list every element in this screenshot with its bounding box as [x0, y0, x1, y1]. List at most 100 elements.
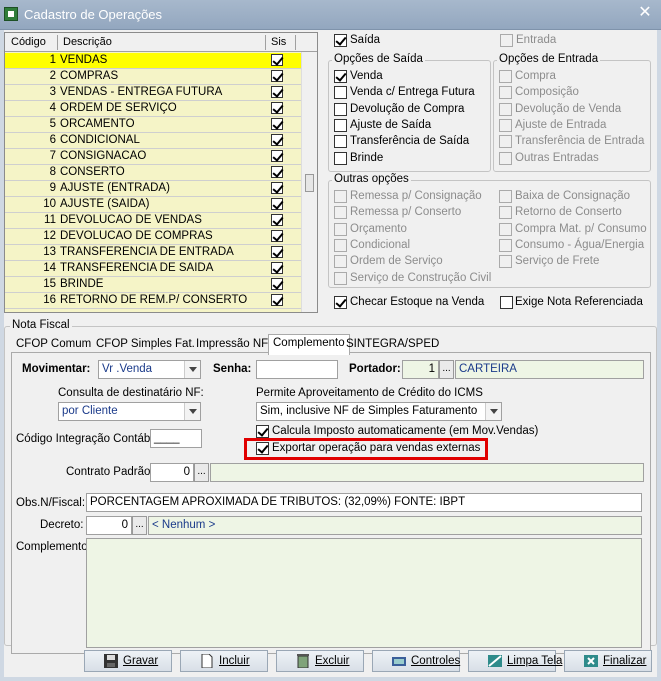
complemento-textarea[interactable] [86, 538, 642, 648]
outras-left-checkbox-0[interactable] [334, 190, 347, 203]
contrato-lookup-button[interactable]: ... [194, 463, 209, 482]
limpa-tela-button[interactable]: Limpa Tela [468, 650, 562, 672]
calcula-imposto-checkbox[interactable] [256, 425, 269, 438]
decreto-lookup-button[interactable]: ... [132, 516, 147, 535]
contrato-input[interactable]: 0 [150, 463, 194, 482]
table-row[interactable]: 1 VENDAS [5, 53, 301, 69]
table-row[interactable]: 2 COMPRAS [5, 69, 301, 85]
table-row[interactable]: 7 CONSIGNACAO [5, 149, 301, 165]
entrada-option-checkbox-2[interactable] [499, 102, 512, 116]
row-sis-checkbox[interactable] [271, 134, 283, 146]
credito-select[interactable]: Sim, inclusive NF de Simples Faturamento [256, 402, 502, 421]
row-sis-checkbox[interactable] [271, 294, 283, 306]
entrada-option-checkbox-4[interactable] [499, 135, 512, 149]
tab-cfop-simples[interactable]: CFOP Simples Fat. [92, 336, 199, 354]
incluir-button[interactable]: Incluir [180, 650, 268, 672]
saida-option-checkbox-5[interactable] [334, 151, 347, 165]
table-row[interactable]: 8 CONSERTO [5, 165, 301, 181]
saida-option-checkbox-3[interactable] [334, 118, 347, 132]
outras-right-checkbox-2[interactable] [499, 222, 512, 236]
chevron-down-icon[interactable] [184, 403, 200, 420]
table-row[interactable]: 14 TRANSFERENCIA DE SAIDA [5, 261, 301, 277]
close-icon[interactable]: ✕ [636, 5, 654, 21]
consulta-select[interactable]: por Cliente [58, 402, 201, 421]
entrada-option-checkbox-3[interactable] [499, 118, 512, 132]
grid-scrollbar[interactable] [301, 52, 317, 312]
table-row[interactable]: 13 TRANSFERENCIA DE ENTRADA [5, 245, 301, 261]
row-sis-checkbox[interactable] [271, 278, 283, 290]
row-sis-checkbox[interactable] [271, 262, 283, 274]
chevron-down-icon[interactable] [184, 361, 200, 378]
controles-button[interactable]: Controles [372, 650, 460, 672]
saida-option-checkbox-1[interactable] [334, 86, 347, 100]
outras-left-checkbox-4[interactable] [334, 255, 347, 269]
row-sis-checkbox[interactable] [271, 150, 283, 162]
row-sis-checkbox[interactable] [271, 70, 283, 82]
exige-nota-checkbox[interactable] [500, 296, 513, 309]
outras-left-checkbox-5[interactable] [334, 271, 347, 285]
senha-input[interactable] [256, 360, 338, 379]
col-description-header[interactable]: Descrição [63, 36, 112, 48]
scroll-thumb[interactable] [305, 174, 314, 192]
row-sis-checkbox[interactable] [271, 246, 283, 258]
integracao-input[interactable]: ____ [150, 429, 202, 448]
tab-complemento[interactable]: Complemento [268, 334, 350, 355]
entrada-option-checkbox-5[interactable] [499, 151, 512, 165]
row-sis-checkbox[interactable] [271, 86, 283, 98]
saida-option-checkbox-2[interactable] [334, 102, 347, 116]
table-row[interactable]: 3 VENDAS - ENTREGA FUTURA [5, 85, 301, 101]
decreto-input[interactable]: 0 [86, 516, 132, 535]
table-row[interactable]: 9 AJUSTE (ENTRADA) [5, 181, 301, 197]
row-sis-checkbox[interactable] [271, 182, 283, 194]
outras-right-checkbox-0[interactable] [499, 190, 512, 203]
col-code-header[interactable]: Código [11, 36, 46, 48]
table-row[interactable]: 10 AJUSTE (SAIDA) [5, 197, 301, 213]
tab-sintegra-sped[interactable]: SINTEGRA/SPED [342, 336, 443, 354]
portador-label: Portador: [349, 363, 401, 375]
row-description: CONDICIONAL [60, 134, 140, 146]
portador-code-input[interactable]: 1 [402, 360, 439, 379]
entrada-option-checkbox-0[interactable] [499, 70, 512, 83]
obs-label: Obs.N/Fiscal: [16, 497, 86, 509]
gravar-button[interactable]: Gravar [84, 650, 172, 672]
row-sis-checkbox[interactable] [271, 230, 283, 242]
row-sis-checkbox[interactable] [271, 118, 283, 130]
entrada-option-checkbox-1[interactable] [499, 86, 512, 100]
outras-left-checkbox-3[interactable] [334, 238, 347, 252]
row-code: 12 [43, 230, 56, 242]
table-row[interactable]: 5 ORCAMENTO [5, 117, 301, 133]
row-description: CONSERTO [60, 166, 125, 178]
controls-icon [392, 657, 406, 666]
excluir-button[interactable]: Excluir [276, 650, 364, 672]
table-row[interactable]: 11 DEVOLUCAO DE VENDAS [5, 213, 301, 229]
row-sis-checkbox[interactable] [271, 214, 283, 226]
outras-right-checkbox-1[interactable] [499, 206, 512, 220]
checar-estoque-checkbox[interactable] [334, 296, 347, 309]
obs-input[interactable]: PORCENTAGEM APROXIMADA DE TRIBUTOS: (32,… [86, 493, 642, 512]
consulta-label: Consulta de destinatário NF: [58, 387, 204, 399]
table-row[interactable]: 6 CONDICIONAL [5, 133, 301, 149]
col-sis-header[interactable]: Sis [271, 36, 286, 48]
outras-right-checkbox-3[interactable] [499, 238, 512, 252]
finalizar-button[interactable]: Finalizar [564, 650, 652, 672]
portador-lookup-button[interactable]: ... [439, 360, 454, 379]
table-row[interactable]: 4 ORDEM DE SERVIÇO [5, 101, 301, 117]
row-sis-checkbox[interactable] [271, 166, 283, 178]
row-sis-checkbox[interactable] [271, 198, 283, 210]
chevron-down-icon[interactable] [485, 403, 501, 420]
outras-left-checkbox-1[interactable] [334, 206, 347, 220]
row-sis-checkbox[interactable] [271, 54, 283, 66]
row-sis-checkbox[interactable] [271, 102, 283, 114]
tab-impressao-nf[interactable]: Impressão NF [192, 336, 272, 354]
saida-checkbox[interactable] [334, 34, 347, 47]
table-row[interactable]: 15 BRINDE [5, 277, 301, 293]
table-row[interactable]: 16 RETORNO DE REM.P/ CONSERTO [5, 293, 301, 309]
tab-cfop-comum[interactable]: CFOP Comum [12, 336, 95, 354]
entrada-checkbox[interactable] [500, 34, 513, 47]
outras-right-checkbox-4[interactable] [499, 255, 512, 269]
saida-option-checkbox-0[interactable] [334, 70, 347, 83]
saida-option-checkbox-4[interactable] [334, 135, 347, 149]
outras-left-checkbox-2[interactable] [334, 222, 347, 236]
operations-grid[interactable]: Código Descrição Sis 1 VENDAS 2 COMPRAS 3 VEN… [4, 32, 318, 313]
table-row[interactable]: 12 DEVOLUCAO DE COMPRAS [5, 229, 301, 245]
